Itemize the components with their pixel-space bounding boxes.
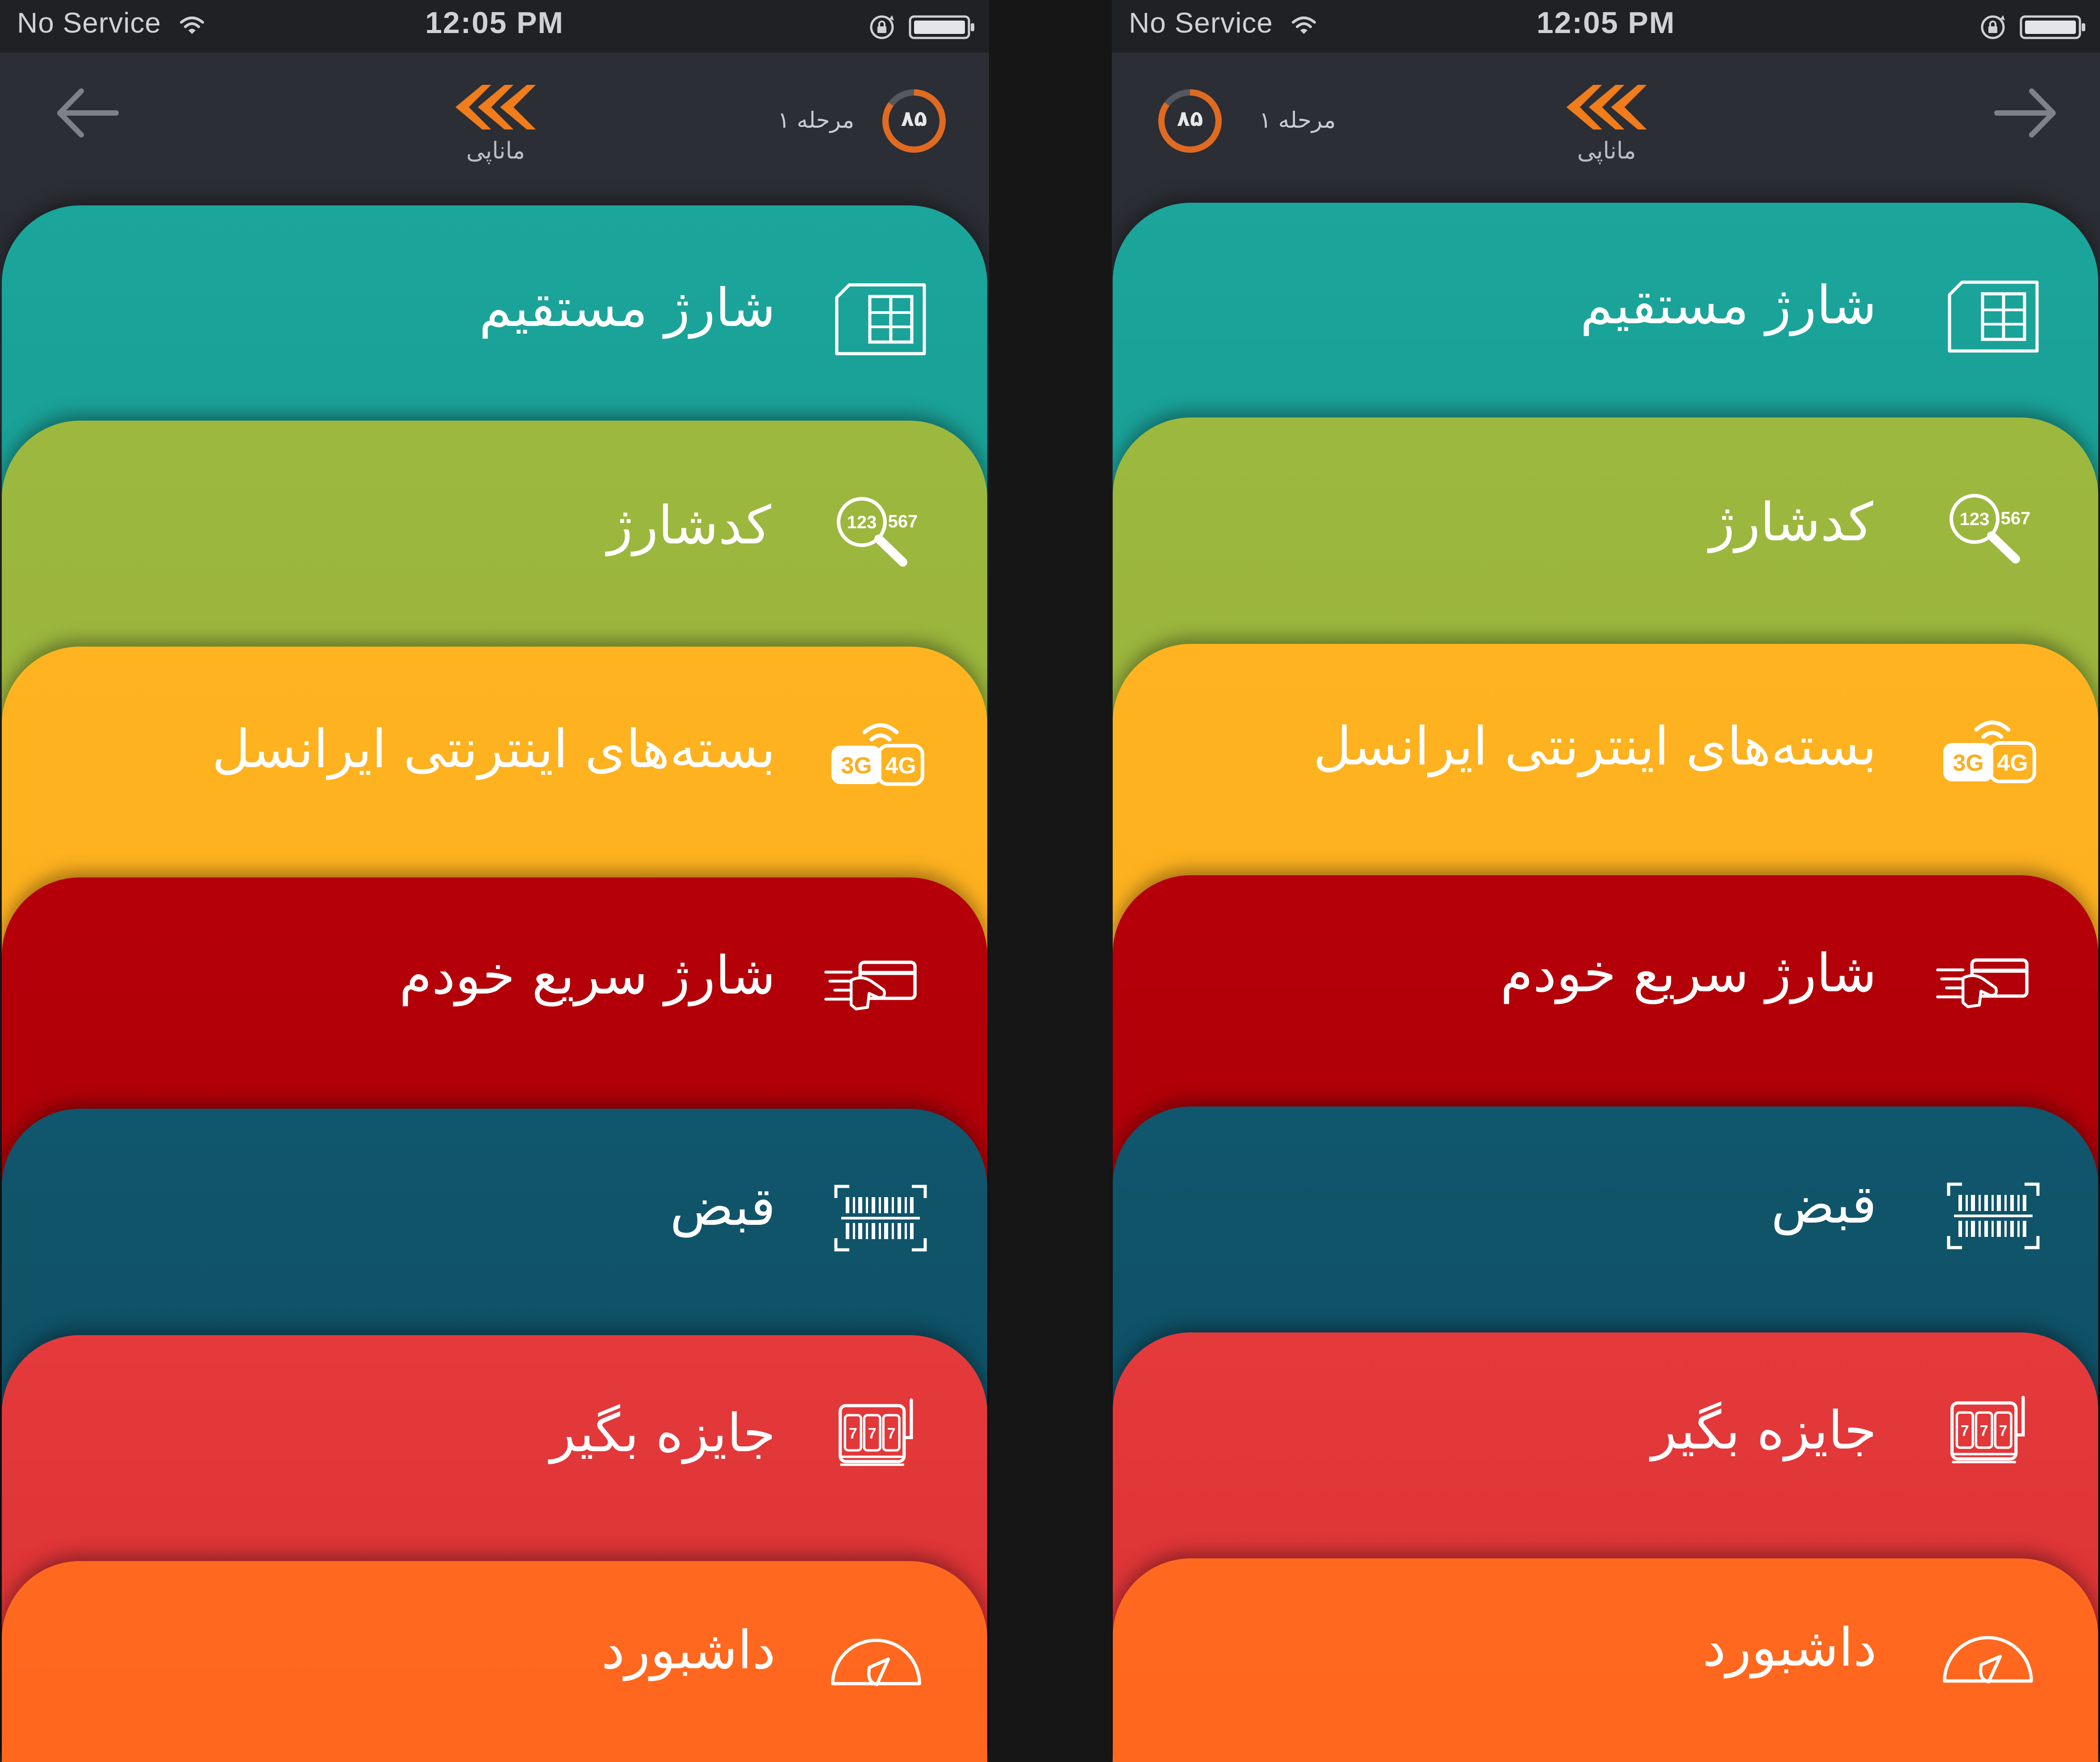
menu-label: شارژ مستقیم [1580,274,1877,336]
level-badge[interactable]: ۸۵ [881,88,948,154]
logo-text: ماناپی [1577,138,1636,164]
svg-text:567: 567 [888,512,918,531]
svg-text:7: 7 [1961,1422,1969,1439]
menu-label: بسته‌های اینترنتی ایرانسل [1313,715,1877,777]
clock: 12:05 PM [425,6,564,40]
menu-label: قبض [670,1176,776,1237]
score-value: ۸۵ [901,106,927,131]
menu-label: کدشارژ [607,494,771,556]
svg-text:4G: 4G [885,753,916,779]
level-badge[interactable]: ۸۵ [1156,88,1223,154]
svg-text:123: 123 [1960,509,1990,529]
orientation-lock-icon [1981,15,2005,39]
menu-label: جایزه بگیر [550,1402,776,1464]
barcode-icon [1947,1182,2040,1249]
3g-4g-icon: 3G 4G [1943,720,2036,783]
speedometer-icon [1943,1636,2033,1684]
svg-text:7: 7 [1980,1422,1988,1439]
slot-machine-icon: 7 7 7 [1950,1395,2025,1463]
battery-icon [2020,15,2085,39]
menu-label: کدشارژ [1709,491,1873,553]
svg-text:123: 123 [847,513,877,532]
stage-label: مرحله ۱ [1259,107,1336,133]
logo-text: ماناپی [466,138,525,164]
menu-card-dashboard[interactable]: داشبورد [1113,1558,2098,1762]
menu-label: قبض [1771,1173,1877,1235]
svg-text:3G: 3G [1953,750,1983,776]
nav-bar: ماناپی مرحله ۱ ۸۵ [0,53,989,214]
svg-text:3G: 3G [841,753,872,779]
status-bar: No Service 12:05 PM [0,0,989,53]
menu-label: بسته‌های اینترنتی ایرانسل [212,718,776,780]
menu-card-dashboard[interactable]: داشبورد [2,1561,987,1762]
stage-label: مرحله ۱ [777,107,854,133]
code-search-icon: 123 567 [837,497,918,567]
svg-text:4G: 4G [1997,750,2028,776]
status-icons [1977,12,2087,43]
fast-card-icon [824,960,917,1010]
menu-label: جایزه بگیر [1651,1399,1877,1461]
orientation-lock-icon [870,15,894,39]
phone-screen-right: No Service 12:05 PM ۸۵ مرحله ۱ ماناپی شا… [1112,0,2100,1762]
forward-arrow-icon[interactable] [1992,84,2059,142]
svg-text:7: 7 [1999,1422,2008,1439]
menu-label: داشبورد [601,1619,776,1681]
svg-text:567: 567 [2001,509,2031,528]
manapay-logo [455,85,536,129]
battery-icon [909,15,974,39]
svg-text:7: 7 [868,1425,877,1442]
speedometer-icon [831,1638,921,1687]
clock: 12:05 PM [1536,6,1675,40]
nav-bar: ۸۵ مرحله ۱ ماناپی [1112,53,2100,214]
sim-card-icon [1948,280,2039,353]
back-arrow-icon[interactable] [54,84,121,142]
menu-label: شارژ سریع خودم [1500,942,1877,1004]
status-bar: No Service 12:05 PM [1112,0,2100,53]
svg-text:7: 7 [849,1425,857,1442]
sim-card-icon [835,283,926,355]
slot-machine-icon: 7 7 7 [839,1398,913,1466]
menu-label: شارژ سریع خودم [399,944,776,1006]
score-value: ۸۵ [1177,106,1203,131]
svg-text:7: 7 [887,1425,896,1442]
fast-card-icon [1936,958,2029,1008]
menu-label: داشبورد [1702,1616,1877,1678]
3g-4g-icon: 3G 4G [831,723,924,786]
barcode-icon [834,1185,927,1252]
phone-screen-left: No Service 12:05 PM ماناپی مرحله ۱ ۸۵ شا… [0,0,989,1762]
status-icons [866,12,976,43]
manapay-logo [1566,85,1647,129]
code-search-icon: 123 567 [1950,494,2031,564]
menu-label: شارژ مستقیم [479,277,776,338]
